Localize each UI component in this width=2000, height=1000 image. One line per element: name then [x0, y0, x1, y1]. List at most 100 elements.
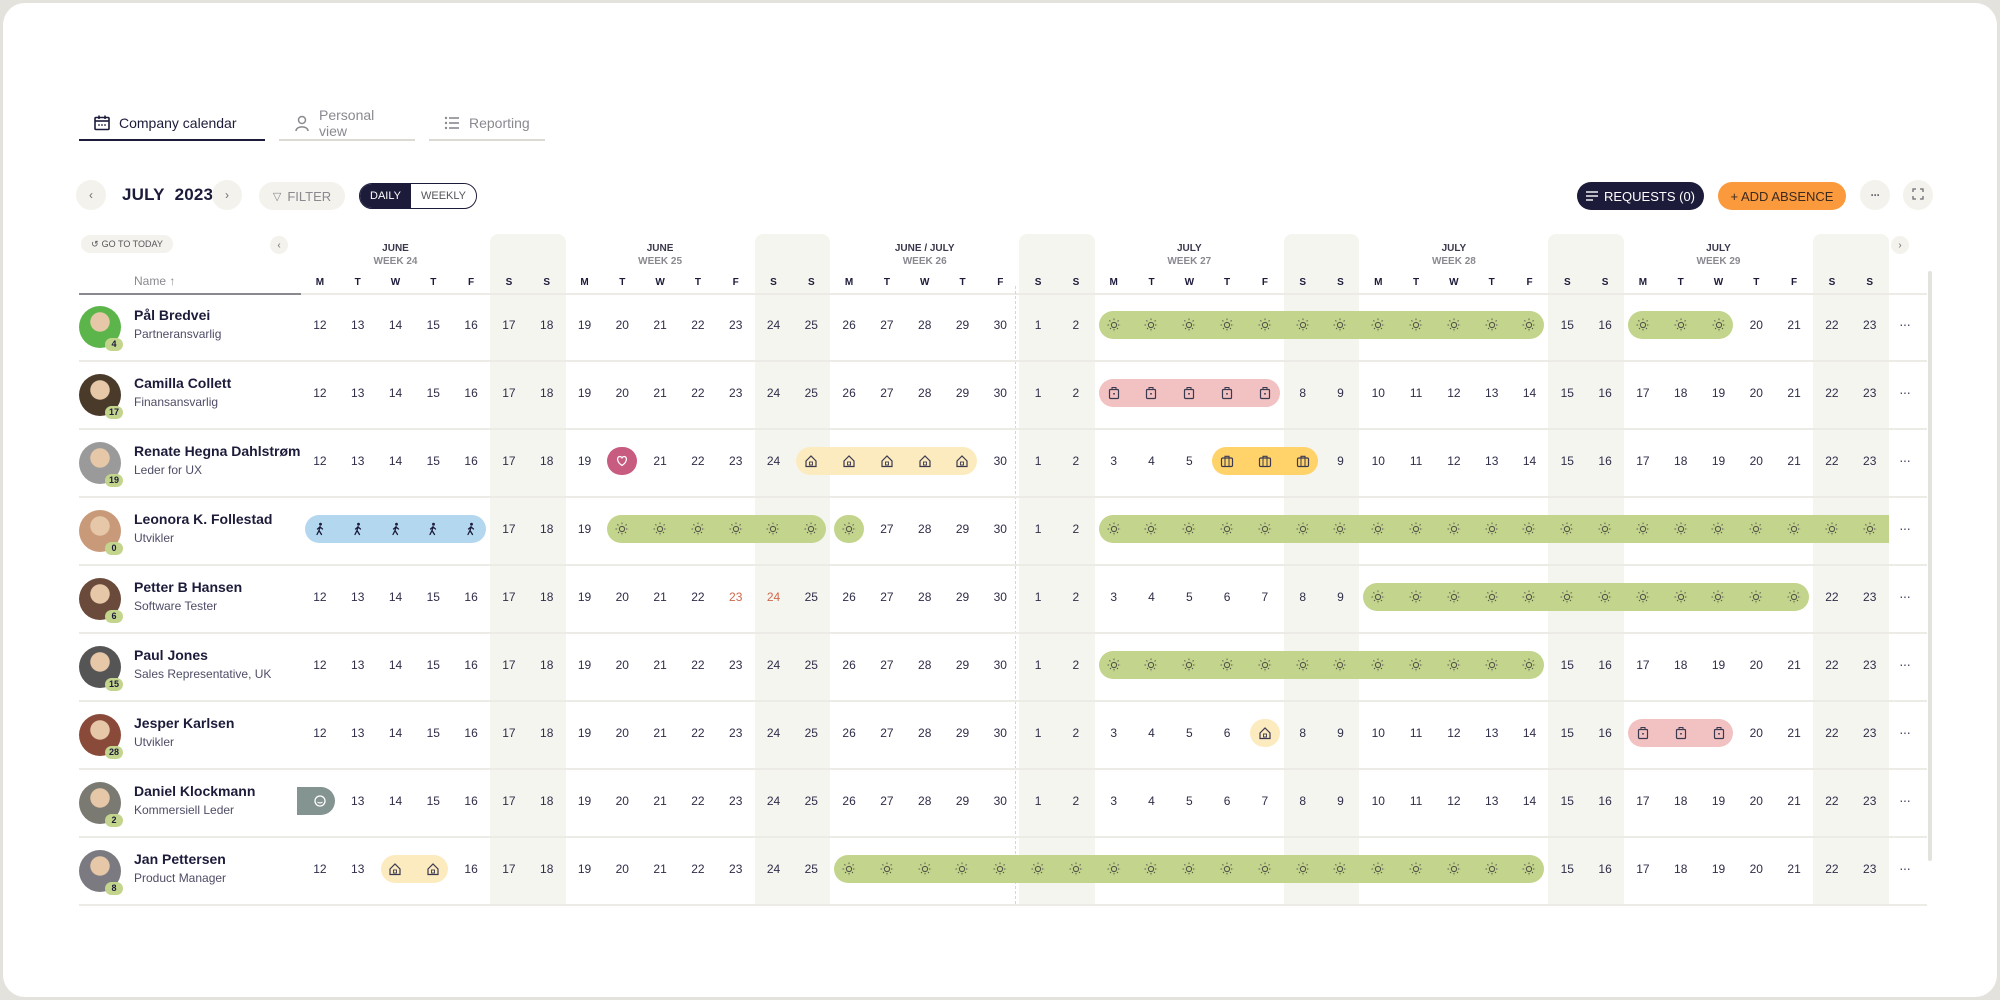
day-cell[interactable]: 21: [641, 862, 679, 876]
day-cell[interactable]: 16: [452, 658, 490, 672]
day-cell[interactable]: 28: [906, 590, 944, 604]
day-cell[interactable]: 12: [301, 658, 339, 672]
row-more-icon[interactable]: ···: [1899, 316, 1911, 332]
day-cell[interactable]: 13: [339, 318, 377, 332]
day-cell[interactable]: 28: [906, 726, 944, 740]
day-cell[interactable]: 23: [1851, 454, 1889, 468]
day-cell[interactable]: 23: [717, 862, 755, 876]
absence-vacation[interactable]: [1363, 583, 1809, 611]
day-cell[interactable]: 21: [641, 726, 679, 740]
day-cell[interactable]: 29: [944, 658, 982, 672]
day-cell[interactable]: 21: [1775, 862, 1813, 876]
day-cell[interactable]: 18: [1662, 658, 1700, 672]
day-cell[interactable]: 19: [1700, 862, 1738, 876]
day-cell[interactable]: 16: [452, 590, 490, 604]
day-cell[interactable]: 20: [1737, 794, 1775, 808]
day-cell[interactable]: 14: [377, 386, 415, 400]
day-cell[interactable]: 29: [944, 522, 982, 536]
day-cell[interactable]: 27: [868, 590, 906, 604]
day-cell[interactable]: 9: [1322, 726, 1360, 740]
day-cell[interactable]: 29: [944, 726, 982, 740]
day-cell[interactable]: 19: [566, 318, 604, 332]
day-cell[interactable]: 13: [1473, 726, 1511, 740]
day-cell[interactable]: 14: [1511, 386, 1549, 400]
day-cell[interactable]: 30: [981, 386, 1019, 400]
day-cell[interactable]: 22: [679, 794, 717, 808]
day-cell[interactable]: 16: [1586, 386, 1624, 400]
day-cell[interactable]: 15: [1548, 794, 1586, 808]
absence-sick[interactable]: [1628, 719, 1734, 747]
day-cell[interactable]: 20: [1737, 726, 1775, 740]
day-cell[interactable]: 26: [830, 386, 868, 400]
day-cell[interactable]: 26: [830, 658, 868, 672]
weekly-option[interactable]: WEEKLY: [410, 184, 477, 208]
day-cell[interactable]: 10: [1359, 794, 1397, 808]
day-cell[interactable]: 4: [1133, 454, 1171, 468]
day-cell[interactable]: 20: [1737, 862, 1775, 876]
row-more-icon[interactable]: ···: [1899, 384, 1911, 400]
day-cell[interactable]: 26: [830, 726, 868, 740]
day-cell[interactable]: 17: [490, 794, 528, 808]
absence-care[interactable]: [607, 447, 638, 475]
day-cell[interactable]: 2: [1057, 454, 1095, 468]
person-name[interactable]: Leonora K. Follestad: [134, 511, 272, 527]
day-cell[interactable]: 22: [679, 658, 717, 672]
day-cell[interactable]: 2: [1057, 726, 1095, 740]
day-cell[interactable]: 13: [339, 794, 377, 808]
day-cell[interactable]: 21: [641, 386, 679, 400]
day-cell[interactable]: 18: [528, 794, 566, 808]
row-more-icon[interactable]: ···: [1899, 792, 1911, 808]
day-cell[interactable]: 22: [679, 726, 717, 740]
person-name[interactable]: Jan Pettersen: [134, 851, 226, 867]
day-cell[interactable]: 9: [1322, 454, 1360, 468]
day-cell[interactable]: 15: [414, 590, 452, 604]
day-cell[interactable]: 18: [528, 658, 566, 672]
day-cell[interactable]: 30: [981, 522, 1019, 536]
add-absence-button[interactable]: + ADD ABSENCE: [1718, 182, 1846, 210]
day-cell[interactable]: 12: [301, 318, 339, 332]
day-cell[interactable]: 2: [1057, 522, 1095, 536]
day-cell[interactable]: 14: [377, 794, 415, 808]
more-options-button[interactable]: ···: [1860, 180, 1890, 210]
day-cell[interactable]: 8: [1284, 590, 1322, 604]
day-cell[interactable]: 25: [792, 794, 830, 808]
day-cell[interactable]: 3: [1095, 726, 1133, 740]
day-cell[interactable]: 28: [906, 522, 944, 536]
day-cell[interactable]: 15: [414, 386, 452, 400]
day-cell[interactable]: 15: [1548, 318, 1586, 332]
day-cell[interactable]: 4: [1133, 590, 1171, 604]
day-cell[interactable]: 17: [490, 318, 528, 332]
day-cell[interactable]: 10: [1359, 454, 1397, 468]
day-cell[interactable]: 16: [452, 862, 490, 876]
day-cell[interactable]: 7: [1246, 590, 1284, 604]
person-name[interactable]: Renate Hegna Dahlstrøm: [134, 443, 300, 459]
day-cell[interactable]: 23: [1851, 590, 1889, 604]
tab-personal-view[interactable]: Personal view: [279, 107, 415, 141]
day-cell[interactable]: 29: [944, 386, 982, 400]
absence-vacation[interactable]: [834, 515, 864, 543]
fullscreen-button[interactable]: [1903, 180, 1933, 210]
day-cell[interactable]: 25: [792, 386, 830, 400]
day-cell[interactable]: 30: [981, 590, 1019, 604]
day-cell[interactable]: 2: [1057, 318, 1095, 332]
day-cell[interactable]: 2: [1057, 590, 1095, 604]
row-more-icon[interactable]: ···: [1899, 452, 1911, 468]
day-cell[interactable]: 23: [717, 794, 755, 808]
day-cell[interactable]: 18: [528, 522, 566, 536]
day-cell[interactable]: 27: [868, 794, 906, 808]
day-cell[interactable]: 20: [1737, 454, 1775, 468]
day-cell[interactable]: 19: [566, 522, 604, 536]
day-cell[interactable]: 27: [868, 658, 906, 672]
day-cell[interactable]: 17: [490, 386, 528, 400]
day-cell[interactable]: 19: [1700, 658, 1738, 672]
scroll-left-button[interactable]: ‹: [270, 236, 288, 254]
day-cell[interactable]: 15: [414, 658, 452, 672]
day-cell[interactable]: 25: [792, 590, 830, 604]
day-cell[interactable]: 30: [981, 726, 1019, 740]
day-cell[interactable]: 23: [717, 658, 755, 672]
absence-vacation[interactable]: [1098, 651, 1545, 679]
day-cell[interactable]: 16: [1586, 862, 1624, 876]
day-cell[interactable]: 2: [1057, 386, 1095, 400]
day-cell[interactable]: 19: [566, 794, 604, 808]
day-cell[interactable]: 11: [1397, 454, 1435, 468]
